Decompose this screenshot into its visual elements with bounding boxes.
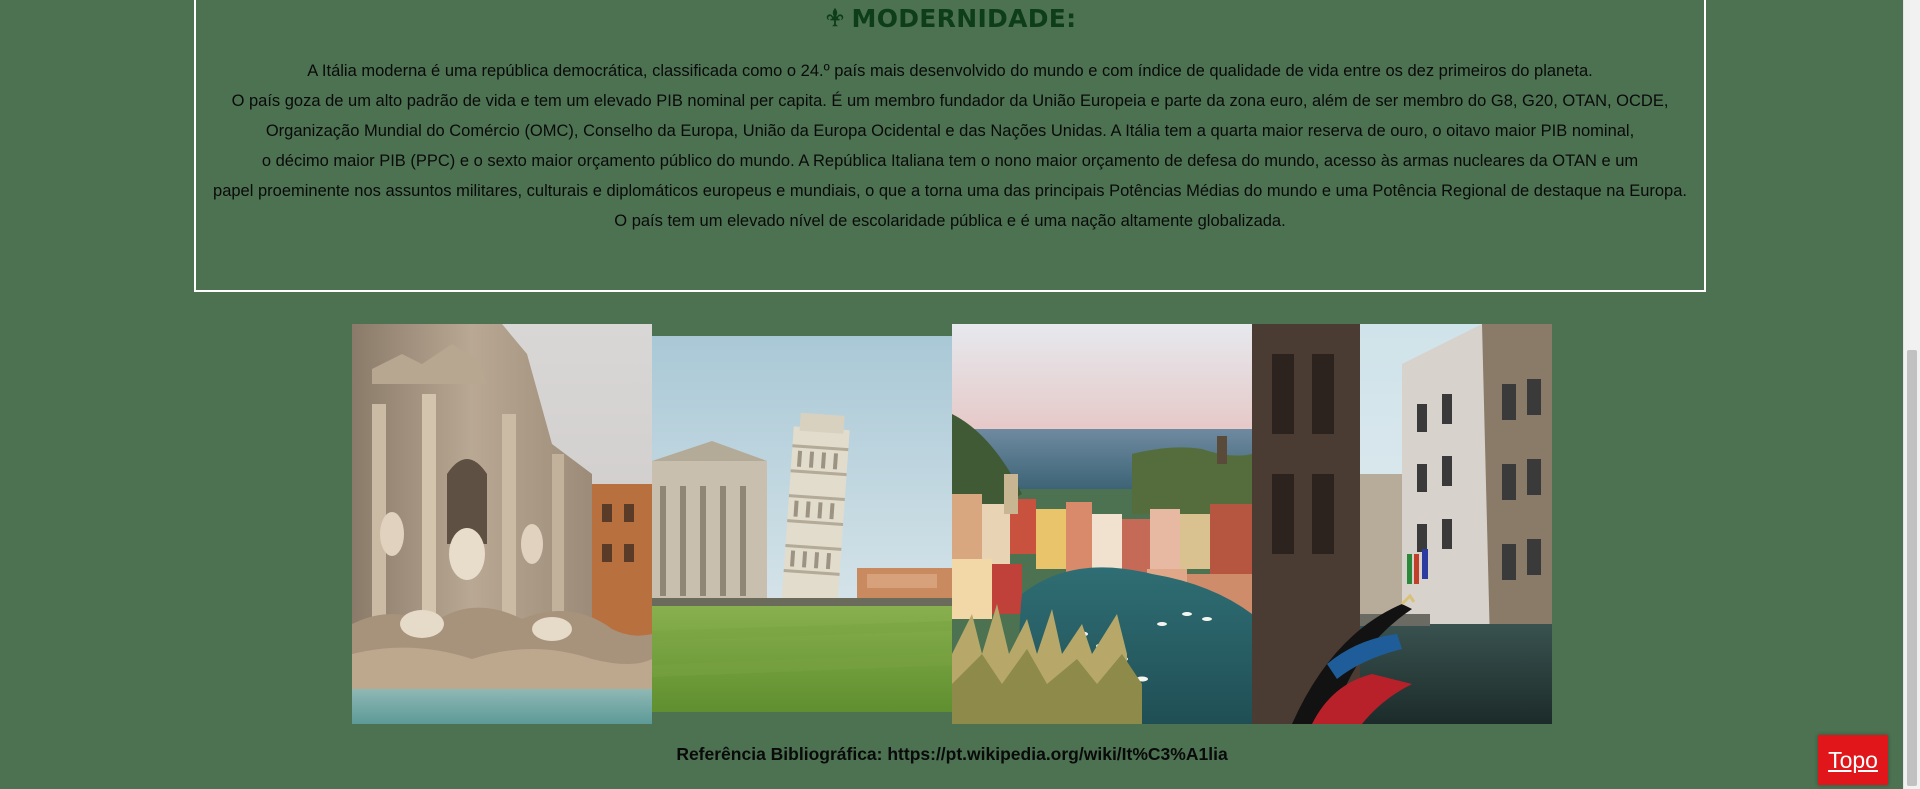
photo-gallery [352,324,1552,724]
back-to-top-button[interactable]: Topo [1818,735,1888,785]
bibliographic-reference: Referência Bibliográfica: https://pt.wik… [676,744,1228,764]
section-title: MODERNIDADE: [196,4,1704,33]
page: MODERNIDADE: A Itália moderna é uma repú… [0,0,1920,789]
venice-canal-gondola-photo [1252,324,1552,724]
paragraph-line: O país tem um elevado nível de escolarid… [614,212,1286,230]
paragraph-line: papel proeminente nos assuntos militares… [213,182,1687,200]
vertical-scrollbar[interactable] [1903,0,1920,789]
modernidade-section: MODERNIDADE: A Itália moderna é uma repú… [194,0,1706,292]
cinque-terre-vernazza-photo [952,324,1252,724]
section-paragraph: A Itália moderna é uma república democrá… [196,56,1704,236]
paragraph-line: Organização Mundial do Comércio (OMC), C… [265,122,1635,140]
scrollbar-thumb[interactable] [1907,350,1917,786]
leaning-tower-of-pisa-photo [652,336,952,712]
section-title-text: MODERNIDADE: [851,4,1077,33]
paragraph-line: O país goza de um alto padrão de vida e … [231,92,1669,110]
fleur-de-lis-icon [826,7,843,27]
paragraph-line: A Itália moderna é uma república democrá… [307,62,1593,80]
paragraph-line: o décimo maior PIB (PPC) e o sexto maior… [261,152,1639,170]
trevi-fountain-photo [352,324,652,724]
